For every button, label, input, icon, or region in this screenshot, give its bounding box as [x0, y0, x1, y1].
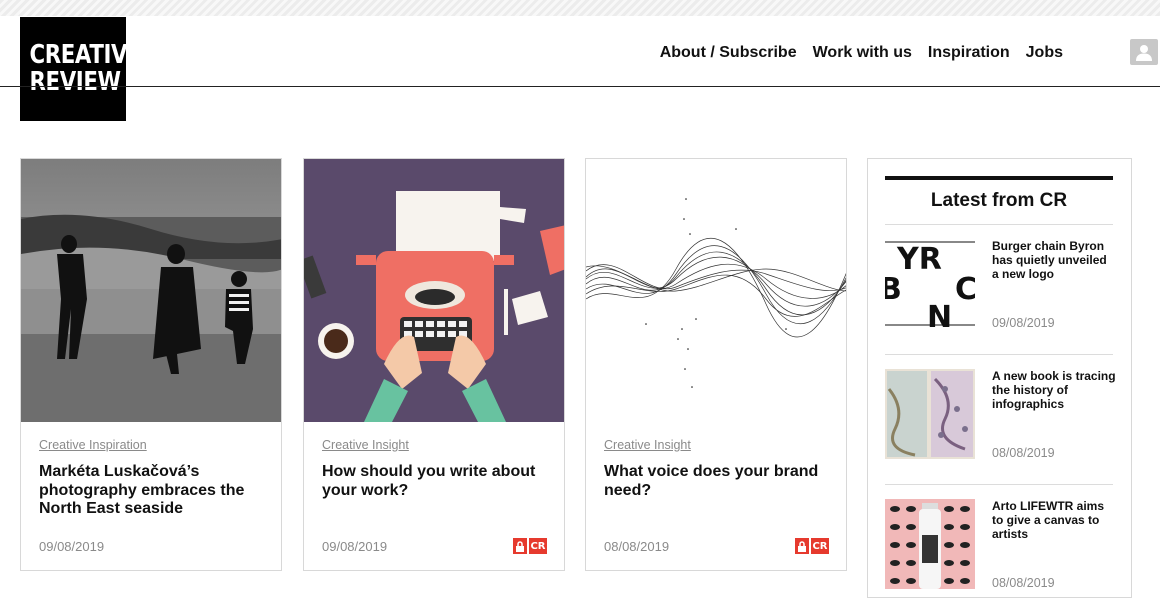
sidebar-divider [885, 224, 1113, 225]
article-date: 08/08/2019 [604, 539, 670, 554]
article-card[interactable]: Creative Insight What voice does your br… [585, 158, 847, 571]
user-account-button[interactable] [1130, 39, 1158, 65]
article-image-sound-wave[interactable] [586, 159, 846, 422]
thumb-letters-yr: YR [896, 242, 942, 277]
sidebar-article-date: 08/08/2019 [992, 446, 1055, 460]
article-image-typewriter-illustration[interactable] [304, 159, 564, 422]
cr-badge-label: CR [811, 538, 829, 554]
latest-from-cr-sidebar: Latest from CR YR B C N Burger chain Byr… [867, 158, 1132, 598]
sidebar-top-bar [885, 176, 1113, 180]
thumb-letter-n: N [927, 300, 952, 329]
sidebar-thumb-infographic-book [885, 369, 975, 459]
article-title[interactable]: Markéta Luskačová’s photography embraces… [39, 463, 267, 519]
thumb-letter-b: B [885, 272, 902, 307]
sidebar-article-date: 08/08/2019 [992, 576, 1055, 590]
article-date: 09/08/2019 [39, 539, 105, 554]
premium-badge: CR [513, 538, 547, 554]
sidebar-divider [885, 354, 1113, 355]
article-card[interactable]: Creative Insight How should you write ab… [303, 158, 565, 571]
thumb-letter-c: C [955, 272, 975, 307]
lock-icon [513, 538, 527, 554]
cr-badge-label: CR [529, 538, 547, 554]
sidebar-article[interactable]: Arto LIFEWTR aims to give a canvas to ar… [885, 499, 1116, 590]
user-icon [1136, 45, 1152, 61]
sidebar-article[interactable]: A new book is tracing the history of inf… [885, 369, 1116, 460]
top-decorative-strip [0, 0, 1160, 16]
main-nav: About / Subscribe Work with us Inspirati… [660, 44, 1063, 62]
nav-work-with-us[interactable]: Work with us [813, 44, 912, 62]
sidebar-article-title[interactable]: Burger chain Byron has quietly unveiled … [992, 239, 1116, 281]
logo-line-2: REVIEW [29, 67, 121, 97]
nav-inspiration[interactable]: Inspiration [928, 44, 1010, 62]
article-category[interactable]: Creative Insight [322, 438, 409, 452]
article-title[interactable]: How should you write about your work? [322, 463, 550, 500]
sidebar-article-title[interactable]: A new book is tracing the history of inf… [992, 369, 1116, 411]
article-image-beach-photo[interactable] [21, 159, 281, 422]
article-card[interactable]: Creative Inspiration Markéta Luskačová’s… [20, 158, 282, 571]
nav-jobs[interactable]: Jobs [1026, 44, 1063, 62]
sidebar-thumb-lifewtr-bottle [885, 499, 975, 589]
premium-badge: CR [795, 538, 829, 554]
article-category[interactable]: Creative Inspiration [39, 438, 147, 452]
article-date: 09/08/2019 [322, 539, 388, 554]
creative-review-logo[interactable]: CREATIVE REVIEW [20, 17, 142, 121]
sidebar-divider [885, 484, 1113, 485]
sidebar-article-date: 09/08/2019 [992, 316, 1055, 330]
nav-about-subscribe[interactable]: About / Subscribe [660, 44, 797, 62]
logo-line-1: CREATIVE [29, 40, 142, 70]
article-title[interactable]: What voice does your brand need? [604, 463, 832, 500]
sidebar-article-title[interactable]: Arto LIFEWTR aims to give a canvas to ar… [992, 499, 1116, 541]
sidebar-thumb-byron-logo: YR B C N [885, 239, 975, 329]
lock-icon [795, 538, 809, 554]
sidebar-article[interactable]: YR B C N Burger chain Byron has quietly … [885, 239, 1116, 330]
article-category[interactable]: Creative Insight [604, 438, 691, 452]
header-divider [0, 86, 1160, 87]
sidebar-heading: Latest from CR [930, 190, 1068, 211]
